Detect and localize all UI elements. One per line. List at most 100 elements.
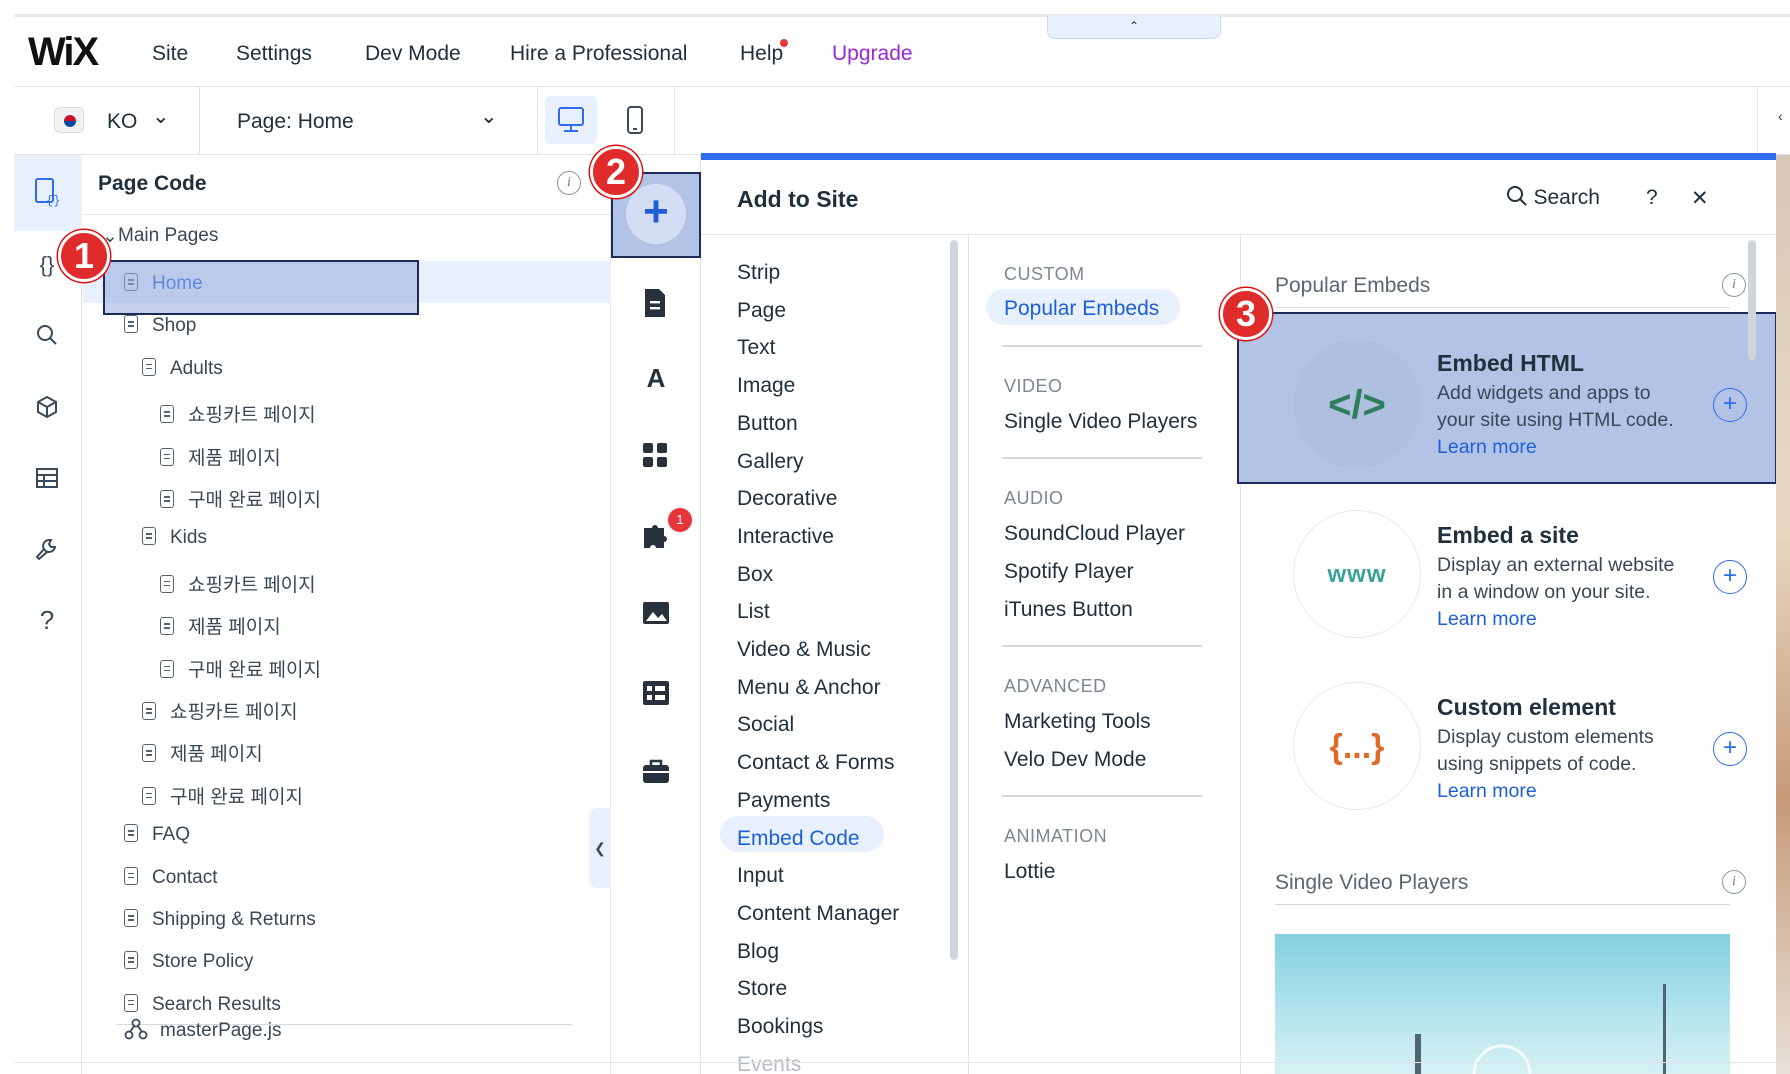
page-tree-item[interactable]: 구매 완료 페이지 bbox=[160, 485, 321, 512]
packages-rail-button[interactable] bbox=[34, 394, 60, 425]
items-scrollbar[interactable] bbox=[1748, 240, 1756, 360]
page-tree-item[interactable]: FAQ bbox=[124, 824, 190, 846]
category-item[interactable]: Store bbox=[737, 977, 787, 1001]
category-item[interactable]: Image bbox=[737, 374, 795, 398]
subcategory-spotify[interactable]: Spotify Player bbox=[1004, 560, 1134, 584]
category-item[interactable]: Blog bbox=[737, 940, 779, 964]
pages-strip-button[interactable] bbox=[640, 286, 670, 325]
category-item[interactable]: Content Manager bbox=[737, 902, 899, 926]
subcategory-lottie[interactable]: Lottie bbox=[1004, 860, 1055, 884]
portfolio-strip-button[interactable] bbox=[640, 756, 672, 791]
subcategory-velo-dev-mode[interactable]: Velo Dev Mode bbox=[1004, 748, 1146, 772]
help-question-icon[interactable]: ? bbox=[32, 605, 62, 635]
category-item[interactable]: Button bbox=[737, 412, 798, 436]
subcategory-marketing-tools[interactable]: Marketing Tools bbox=[1004, 710, 1151, 734]
page-tree-item[interactable]: 쇼핑카트 페이지 bbox=[142, 697, 298, 724]
databases-rail-button[interactable] bbox=[34, 465, 60, 496]
category-item[interactable]: Contact & Forms bbox=[737, 751, 895, 775]
subcategory-itunes[interactable]: iTunes Button bbox=[1004, 598, 1133, 622]
category-item[interactable]: Embed Code bbox=[737, 827, 860, 851]
subcategory-popular-embeds[interactable]: Popular Embeds bbox=[1004, 297, 1159, 321]
category-item[interactable]: Interactive bbox=[737, 525, 834, 549]
cms-strip-button[interactable] bbox=[640, 678, 672, 713]
category-item[interactable]: Decorative bbox=[737, 487, 837, 511]
page-tree-item[interactable]: Store Policy bbox=[124, 951, 253, 973]
developer-tools-rail-button[interactable] bbox=[34, 536, 60, 567]
package-cube-icon bbox=[37, 395, 57, 419]
language-chevron-down-icon[interactable]: ⌄ bbox=[152, 104, 170, 129]
panel-search-button[interactable]: Search bbox=[1505, 184, 1600, 210]
subcategory-single-video-players[interactable]: Single Video Players bbox=[1004, 410, 1197, 434]
search-rail-button[interactable] bbox=[34, 322, 60, 353]
menu-settings[interactable]: Settings bbox=[236, 42, 312, 66]
category-item[interactable]: Video & Music bbox=[737, 638, 871, 662]
add-elements-plus-icon[interactable]: + bbox=[626, 184, 686, 244]
page-tree-item[interactable]: 구매 완료 페이지 bbox=[160, 655, 321, 682]
page-chevron-down-icon[interactable]: ⌄ bbox=[480, 104, 498, 129]
subcategory-soundcloud[interactable]: SoundCloud Player bbox=[1004, 522, 1185, 546]
page-selector[interactable]: Page: Home bbox=[237, 110, 354, 134]
page-tree-item-label: 구매 완료 페이지 bbox=[188, 490, 321, 511]
add-custom-element-button[interactable]: + bbox=[1713, 732, 1747, 766]
menu-hire-professional[interactable]: Hire a Professional bbox=[510, 42, 687, 66]
category-item[interactable]: Payments bbox=[737, 789, 830, 813]
learn-more-link[interactable]: Learn more bbox=[1437, 780, 1537, 802]
page-code-rail-button[interactable]: {} bbox=[32, 176, 62, 213]
business-apps-strip-button[interactable] bbox=[640, 520, 672, 557]
add-embed-site-button[interactable]: + bbox=[1713, 560, 1747, 594]
category-item[interactable]: Box bbox=[737, 563, 773, 587]
page-tree-item[interactable]: 쇼핑카트 페이지 bbox=[160, 400, 316, 427]
page-tree-item[interactable]: Adults bbox=[142, 357, 223, 380]
page-tree-item[interactable]: 제품 페이지 bbox=[142, 739, 263, 766]
page-tree-item[interactable]: Shop bbox=[124, 315, 196, 337]
wix-logo[interactable]: WiX bbox=[28, 30, 99, 75]
menu-dev-mode[interactable]: Dev Mode bbox=[365, 42, 461, 66]
category-item[interactable]: Strip bbox=[737, 261, 780, 285]
menu-help[interactable]: Help bbox=[740, 42, 783, 66]
page-tree-item[interactable]: 쇼핑카트 페이지 bbox=[160, 570, 316, 597]
mobile-view-button[interactable] bbox=[620, 104, 650, 143]
page-file-icon bbox=[142, 744, 156, 763]
info-icon[interactable]: i bbox=[1722, 870, 1746, 894]
page-tree-item[interactable]: 구매 완료 페이지 bbox=[142, 782, 303, 809]
category-scrollbar[interactable] bbox=[950, 240, 958, 960]
panel-help-button[interactable]: ? bbox=[1646, 186, 1658, 210]
desktop-view-button[interactable] bbox=[545, 96, 597, 144]
category-item[interactable]: Menu & Anchor bbox=[737, 676, 881, 700]
collapse-topbar-button[interactable]: ⌃ bbox=[1047, 15, 1221, 39]
category-item[interactable]: Text bbox=[737, 336, 776, 360]
language-selector[interactable]: KO bbox=[107, 110, 137, 134]
tree-section-main-pages[interactable]: Main Pages bbox=[118, 225, 218, 247]
embed-html-title: Embed HTML bbox=[1437, 350, 1584, 376]
page-tree-item[interactable]: Contact bbox=[124, 866, 217, 889]
media-strip-button[interactable] bbox=[640, 598, 672, 633]
master-page-row[interactable]: masterPage.js bbox=[124, 1017, 281, 1042]
apps-strip-button[interactable] bbox=[640, 440, 670, 475]
category-item[interactable]: Social bbox=[737, 713, 794, 737]
learn-more-link[interactable]: Learn more bbox=[1437, 436, 1537, 458]
info-icon[interactable]: i bbox=[557, 171, 581, 195]
right-toolbar-chevron-icon[interactable]: ‹ bbox=[1778, 108, 1783, 124]
toolbar-divider bbox=[537, 87, 538, 155]
category-item[interactable]: Gallery bbox=[737, 450, 804, 474]
category-item[interactable]: Input bbox=[737, 864, 784, 888]
category-item[interactable]: Page bbox=[737, 299, 786, 323]
master-page-label: masterPage.js bbox=[160, 1020, 282, 1041]
info-icon[interactable]: i bbox=[1722, 273, 1746, 297]
page-tree-item[interactable]: 제품 페이지 bbox=[160, 443, 281, 470]
page-tree-item[interactable]: Shipping & Returns bbox=[124, 909, 316, 931]
category-item[interactable]: List bbox=[737, 600, 770, 624]
collapse-panel-button[interactable]: ❮ bbox=[589, 808, 611, 888]
design-theme-icon[interactable]: A bbox=[640, 362, 672, 394]
category-item[interactable]: Bookings bbox=[737, 1015, 823, 1039]
add-embed-html-button[interactable]: + bbox=[1713, 388, 1747, 422]
menu-site[interactable]: Site bbox=[152, 42, 188, 66]
video-player-thumbnail[interactable] bbox=[1275, 934, 1730, 1074]
menu-upgrade[interactable]: Upgrade bbox=[832, 42, 913, 66]
toolbar-divider bbox=[199, 87, 200, 155]
learn-more-link[interactable]: Learn more bbox=[1437, 608, 1537, 630]
panel-close-button[interactable]: ✕ bbox=[1691, 186, 1709, 211]
page-tree-item[interactable]: 제품 페이지 bbox=[160, 612, 281, 639]
page-tree-item[interactable]: Kids bbox=[142, 527, 207, 549]
page-tree-item[interactable]: Search Results bbox=[124, 993, 281, 1016]
